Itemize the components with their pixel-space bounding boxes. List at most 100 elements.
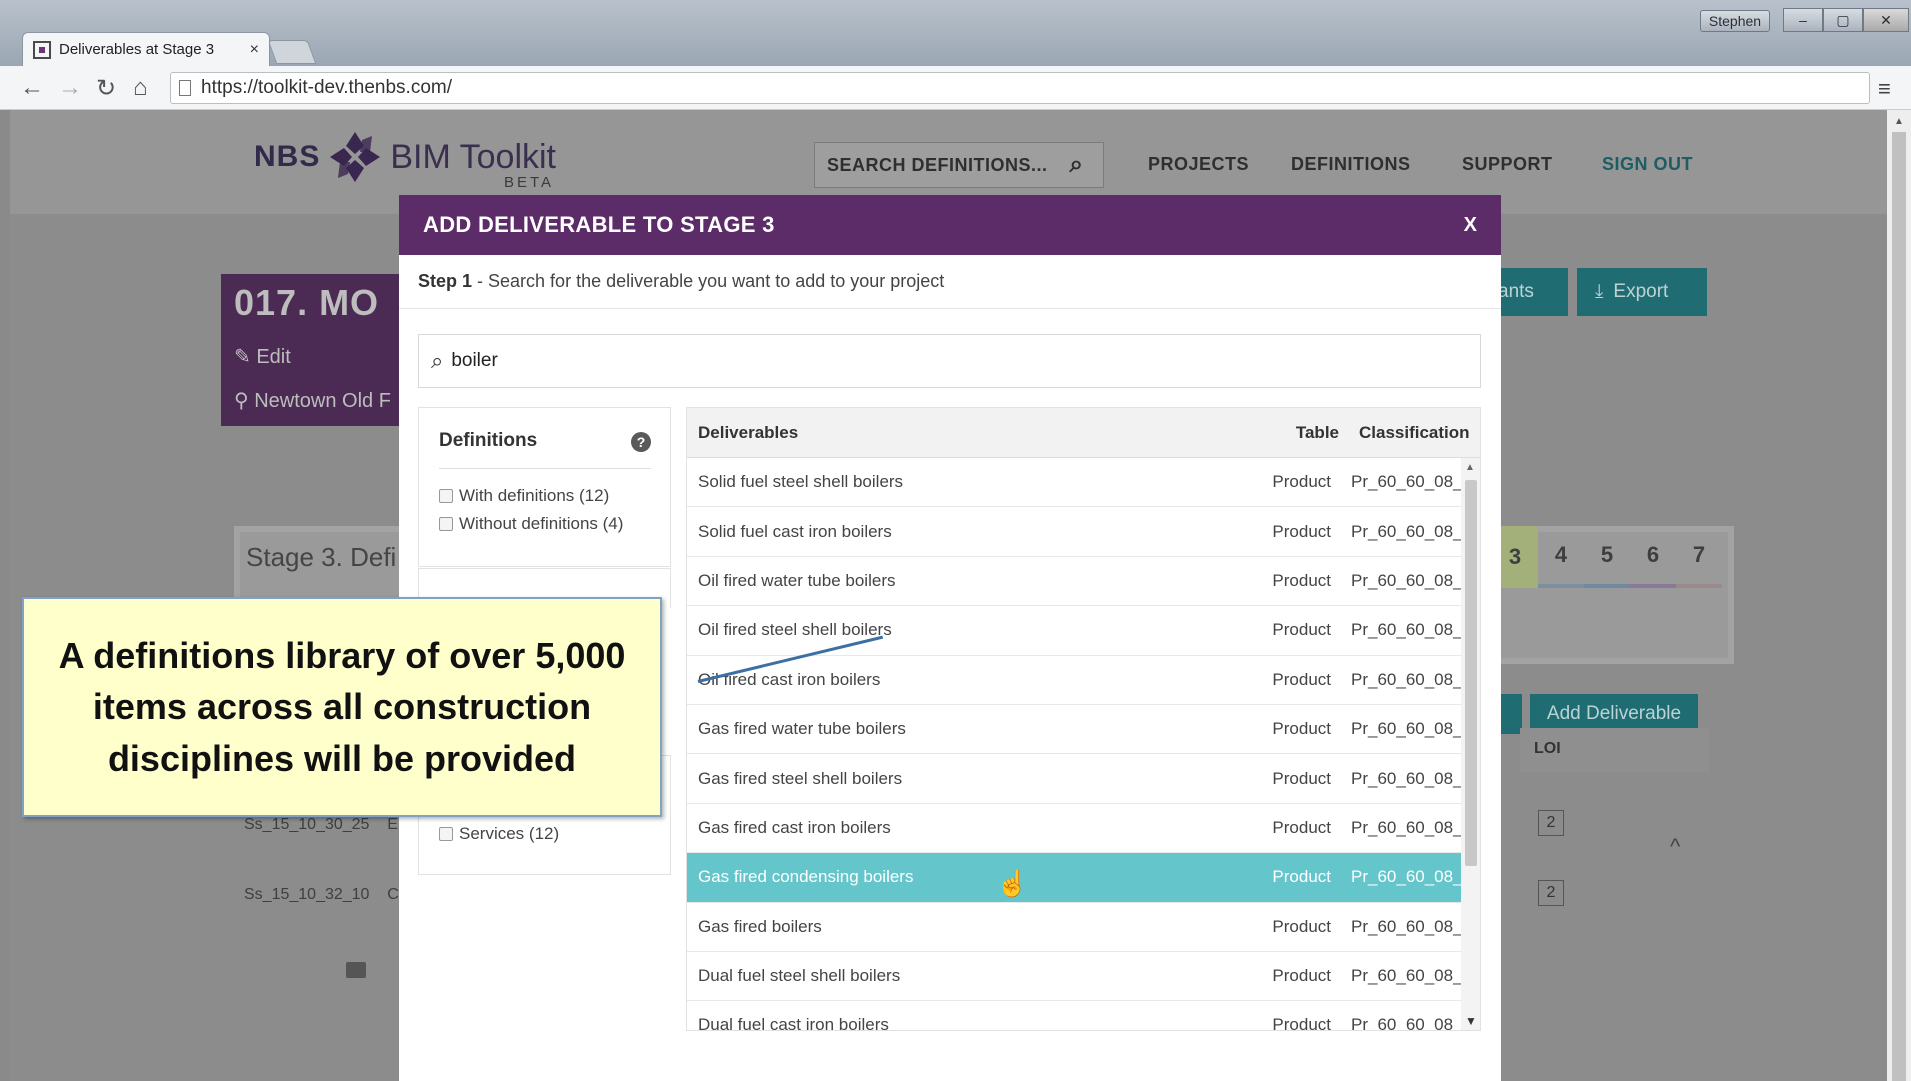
- user-badge[interactable]: Stephen: [1700, 10, 1770, 32]
- cell-classification: Pr_60_60_08_34: [1351, 867, 1481, 887]
- export-button[interactable]: ⤓ Export: [1577, 268, 1707, 316]
- table-row[interactable]: Solid fuel steel shell boilers Product Pr_…: [687, 458, 1480, 508]
- table-row[interactable]: Oil fired steel shell boilers Product Pr_6…: [687, 606, 1480, 656]
- nbs-logo[interactable]: NBS BIM Toolkit BETA: [254, 128, 556, 191]
- new-tab-button[interactable]: [267, 40, 317, 64]
- download-icon: ⤓: [1595, 281, 1604, 302]
- nav-sign-out[interactable]: SIGN OUT: [1602, 154, 1693, 175]
- filter-without-definitions[interactable]: Without definitions (4): [439, 514, 623, 534]
- cell-deliverable: Oil fired cast iron boilers: [698, 669, 881, 689]
- browser-tab[interactable]: Deliverables at Stage 3 ×: [22, 32, 270, 66]
- cell-deliverable: Dual fuel steel shell boilers: [698, 966, 901, 986]
- table-row[interactable]: Solid fuel cast iron boilers Product Pr_60…: [687, 507, 1481, 557]
- search-icon: ⌕: [431, 348, 444, 373]
- address-bar[interactable]: https://toolkit-dev.thenbs.com/: [170, 72, 1870, 104]
- checkbox[interactable]: [439, 517, 453, 531]
- table-row-selected[interactable]: Gas fired condensing boilers Product Pr_60…: [687, 853, 1481, 903]
- table-row[interactable]: Dual fuel steel shell boilers Product Pr_6…: [687, 952, 1480, 1002]
- stage-tab-7[interactable]: 7: [1676, 526, 1722, 588]
- row-code: Ss_15_10_30_25 E: [244, 816, 398, 833]
- callout-text: A definitions library of over 5,000 item…: [58, 635, 626, 779]
- results-scroll-thumb[interactable]: [1465, 480, 1477, 866]
- comment-icon[interactable]: [346, 962, 366, 978]
- filter-with-definitions[interactable]: With definitions (12): [439, 486, 609, 506]
- cell-classification: Pr_60_60_08_80: [1351, 521, 1481, 541]
- search-definitions-input[interactable]: SEARCH DEFINITIONS... ⌕: [814, 142, 1104, 188]
- table-row[interactable]: Gas fired boilers Product Pr_60_60_08_33: [687, 903, 1480, 952]
- stage-tab-5[interactable]: 5: [1584, 526, 1630, 588]
- scroll-up-icon[interactable]: ▲: [1894, 116, 1904, 127]
- loi-header: LOI: [1520, 728, 1710, 772]
- cell-deliverable: Oil fired steel shell boilers: [698, 620, 892, 640]
- maximize-icon[interactable]: ▢: [1823, 8, 1863, 32]
- cell-deliverable: Gas fired condensing boilers: [698, 867, 914, 887]
- table-row[interactable]: Dual fuel cast iron boilers Product Pr_60_…: [687, 1001, 1480, 1031]
- forward-icon[interactable]: →: [58, 74, 82, 102]
- search-icon[interactable]: ⌕: [1070, 151, 1084, 179]
- modal-title: ADD DELIVERABLE TO STAGE 3: [423, 212, 775, 237]
- project-location: ⚲ Newtown Old F: [234, 390, 391, 412]
- cell-table: Product: [1272, 1015, 1331, 1031]
- loi-value: 2: [1538, 880, 1564, 906]
- tab-close-icon[interactable]: ×: [250, 41, 259, 59]
- nav-projects[interactable]: PROJECTS: [1148, 154, 1249, 175]
- url-text: https://toolkit-dev.thenbs.com/: [201, 77, 452, 98]
- stage-title: Stage 3. Defi: [246, 542, 397, 572]
- col-table[interactable]: Table: [1227, 423, 1339, 443]
- stage-tab-4[interactable]: 4: [1538, 526, 1584, 588]
- close-window-icon[interactable]: ✕: [1863, 8, 1909, 32]
- chevron-up-icon[interactable]: ^: [1670, 834, 1680, 860]
- project-title: 017. MO: [234, 282, 380, 323]
- page-scrollbar[interactable]: ▲: [1887, 110, 1911, 1081]
- edit-link[interactable]: ✎ Edit: [234, 344, 291, 369]
- cell-table: Product: [1272, 768, 1331, 788]
- reload-icon[interactable]: ↻: [96, 74, 116, 103]
- checkbox[interactable]: [439, 489, 453, 503]
- filter-services[interactable]: Services (12): [439, 824, 559, 844]
- nav-support[interactable]: SUPPORT: [1462, 154, 1553, 175]
- back-icon[interactable]: ←: [20, 74, 44, 102]
- cell-table: Product: [1272, 570, 1331, 590]
- minimize-icon[interactable]: –: [1783, 8, 1823, 32]
- deliverable-search[interactable]: ⌕: [418, 334, 1481, 388]
- menu-icon[interactable]: ≡: [1878, 76, 1891, 102]
- cell-deliverable: Gas fired cast iron boilers: [698, 817, 891, 837]
- stage-tab-6[interactable]: 6: [1630, 526, 1676, 588]
- tab-title: Deliverables at Stage 3: [59, 41, 215, 58]
- cell-table: Product: [1272, 966, 1331, 986]
- page-scroll-thumb[interactable]: [1892, 132, 1906, 1081]
- cell-table: Product: [1272, 867, 1331, 887]
- checkbox[interactable]: [439, 827, 453, 841]
- table-row[interactable]: Oil fired water tube boilers Product Pr_60…: [687, 557, 1481, 607]
- stage-tabs: 3 4 5 6 7: [1492, 526, 1722, 588]
- table-row[interactable]: Gas fired cast iron boilers Product Pr_60_…: [687, 804, 1480, 854]
- hand-cursor-icon: ☝: [996, 868, 1029, 898]
- cell-deliverable: Dual fuel cast iron boilers: [698, 1015, 889, 1031]
- table-row[interactable]: Gas fired water tube boilers Product Pr_60…: [687, 705, 1481, 755]
- col-deliverables[interactable]: Deliverables: [687, 423, 1227, 443]
- nav-definitions[interactable]: DEFINITIONS: [1291, 154, 1411, 175]
- home-icon[interactable]: ⌂: [133, 74, 148, 102]
- modal-close-button[interactable]: X: [1464, 214, 1477, 237]
- cell-classification: Pr_60_60_08_37: [1351, 719, 1481, 739]
- cell-classification: Pr_60_60_08_60: [1351, 570, 1481, 590]
- cell-table: Product: [1272, 669, 1331, 689]
- results-scrollbar[interactable]: ▲ ▼: [1461, 458, 1480, 1030]
- table-row[interactable]: Oil fired cast iron boilers Product Pr_60_…: [687, 656, 1480, 705]
- modal-header: ADD DELIVERABLE TO STAGE 3 X: [399, 195, 1501, 255]
- cell-deliverable: Solid fuel steel shell boilers: [698, 472, 904, 492]
- cell-table: Product: [1272, 916, 1331, 936]
- results-header: Deliverables Table Classification: [687, 408, 1480, 458]
- col-classification[interactable]: Classification: [1339, 423, 1470, 443]
- nbs-flower-icon: [330, 132, 381, 182]
- table-row[interactable]: Gas fired steel shell boilers Product Pr_6…: [687, 754, 1480, 804]
- cell-table: Product: [1272, 521, 1331, 541]
- cell-deliverable: Solid fuel cast iron boilers: [698, 521, 892, 541]
- scroll-down-icon[interactable]: ▼: [1465, 1014, 1477, 1028]
- cell-table: Product: [1272, 620, 1331, 640]
- help-icon[interactable]: ?: [631, 432, 651, 452]
- cell-deliverable: Gas fired boilers: [698, 916, 822, 936]
- cell-deliverable: Gas fired water tube boilers: [698, 719, 906, 739]
- scroll-up-icon[interactable]: ▲: [1465, 462, 1475, 473]
- deliverable-search-input[interactable]: [451, 350, 1352, 372]
